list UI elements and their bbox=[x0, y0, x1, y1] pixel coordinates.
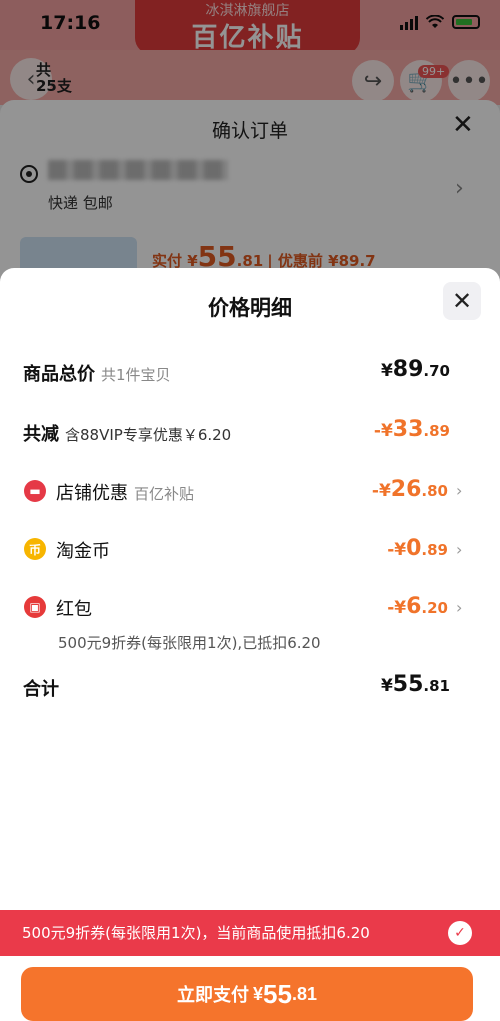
total-goods-label: 商品总价 共1件宝贝 bbox=[23, 364, 171, 385]
pay-now-button[interactable]: 立即支付 ¥55.81 bbox=[21, 967, 473, 1021]
store-discount-label[interactable]: 店铺优惠 百亿补贴 bbox=[56, 479, 194, 505]
total-goods-amount: ¥89.70 bbox=[380, 357, 450, 382]
coupon-text: 500元9折券(每张限用1次)，当前商品使用抵扣6.20 bbox=[22, 924, 370, 942]
close-icon: ✕ bbox=[451, 287, 473, 315]
red-packet-label[interactable]: 红包 bbox=[56, 595, 92, 621]
red-packet-note: 500元9折券(每张限用1次),已抵扣6.20 bbox=[58, 634, 321, 652]
taobao-coin-label[interactable]: 淘金币 bbox=[56, 537, 110, 563]
close-button[interactable]: ✕ bbox=[443, 282, 481, 320]
total-discount-label: 共减 含88VIP专享优惠￥6.20 bbox=[23, 424, 232, 445]
check-icon[interactable]: ✓ bbox=[448, 921, 472, 945]
coupon-bar[interactable]: 500元9折券(每张限用1次)，当前商品使用抵扣6.20 ✓ bbox=[0, 910, 500, 956]
store-icon: ▬ bbox=[24, 480, 46, 502]
chevron-right-icon[interactable]: › bbox=[456, 598, 462, 617]
grand-total-label: 合计 bbox=[23, 679, 59, 700]
total-discount-amount: -¥33.89 bbox=[373, 417, 450, 442]
red-packet-amount[interactable]: -¥6.20 bbox=[387, 594, 448, 619]
store-discount-amount[interactable]: -¥26.80 bbox=[372, 477, 448, 502]
chevron-right-icon[interactable]: › bbox=[456, 481, 462, 500]
coin-icon: 币 bbox=[24, 538, 46, 560]
taobao-coin-amount[interactable]: -¥0.89 bbox=[387, 536, 448, 561]
price-detail-title: 价格明细 bbox=[208, 296, 292, 320]
red-packet-icon: ▣ bbox=[24, 596, 46, 618]
grand-total-amount: ¥55.81 bbox=[380, 672, 450, 697]
chevron-right-icon[interactable]: › bbox=[456, 540, 462, 559]
